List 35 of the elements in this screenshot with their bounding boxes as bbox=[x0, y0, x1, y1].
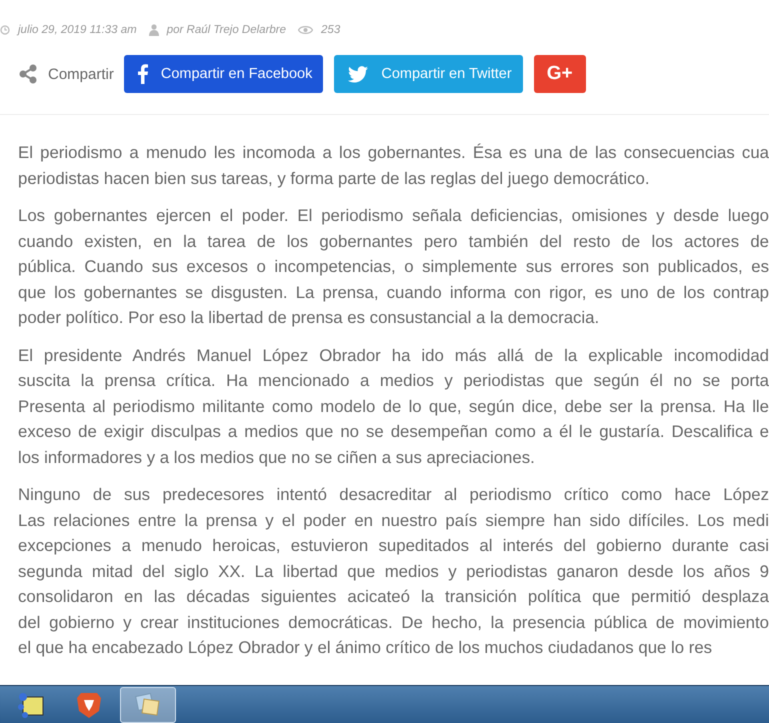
share-button[interactable]: Compartir en Facebook bbox=[124, 55, 324, 93]
text-line: consolidaron en las décadas siguientes acicateó la transición política que permitió desplaza bbox=[18, 586, 769, 608]
text-line: Las relaciones entre la prensa y el poder en nuestro país siempre han sido difíciles. Los medi bbox=[18, 510, 769, 532]
clock-icon bbox=[0, 25, 10, 35]
text-line: Presenta al periodismo militante como modelo de lo que, según dice, debe ser la prensa. Ha lle bbox=[18, 396, 769, 418]
notes-icon bbox=[135, 693, 161, 717]
share-icon bbox=[18, 64, 38, 84]
text-line: Ninguno de sus predecesores intentó desacreditar al periodismo crítico como hace López bbox=[18, 484, 769, 506]
text-line: periodistas hacen bien sus tareas, y forma parte de las reglas del juego democrático. bbox=[18, 168, 651, 190]
text-line: Los gobernantes ejercen el poder. El periodismo señala deficiencias, omisiones y desde luego bbox=[18, 205, 769, 227]
text-line: del gobierno y crear instituciones democráticas. De hecho, la presencia pública de movimiento bbox=[18, 612, 769, 634]
bird-icon bbox=[348, 66, 368, 82]
text-line: excepciones a menudo heroicas, estuvieron supeditados al interés del gobierno durante casi bbox=[18, 535, 769, 557]
text-line: El periodismo a menudo les incomoda a los gobernantes. Ésa es una de las consecuencias cua bbox=[18, 142, 769, 164]
text-line: los informadores y a los medios que no se ciñen a sus apreciaciones. bbox=[18, 446, 536, 468]
text-line: exceso de exigir disculpas a medios que no se desempeñan como a él le gustaría. Descalifica e bbox=[18, 421, 769, 443]
text-line: El presidente Andrés Manuel López Obrador ha ido más allá de la explicable incomodidad bbox=[18, 344, 769, 366]
text-line: que los gobernantes se disgusten. La prensa, cuando informa con rigor, es uno de los contrap bbox=[18, 282, 769, 304]
share-label: Compartir bbox=[48, 66, 114, 82]
app-icon bbox=[17, 691, 45, 719]
google-plus-button[interactable]: G+ bbox=[534, 55, 586, 93]
text-line: pública. Cuando sus excesos o incompetencias, o simplemente sus errores son publicados, es bbox=[18, 256, 769, 278]
text-line: cuando existen, en la tarea de los gobernantes pero también del resto de los actores de bbox=[18, 230, 769, 252]
user-icon bbox=[148, 24, 159, 36]
post-author: por Raúl Trejo Delarbre bbox=[166, 24, 286, 36]
text-line: el que ha encabezado López Obrador y el ánimo crítico de los muchos ciudadanos que lo res bbox=[18, 637, 714, 659]
share-button[interactable]: Compartir en Twitter bbox=[334, 55, 523, 93]
view-count: 253 bbox=[321, 24, 340, 36]
text-line: segunda mitad del siglo XX. La libertad que medios y periodistas ganaron desde los años 9 bbox=[18, 560, 769, 582]
text-line: suscita la prensa crítica. Ha mencionado a medios y periodistas que según él no se porta bbox=[18, 370, 769, 392]
facebook-icon bbox=[138, 64, 148, 84]
eye-icon bbox=[298, 25, 314, 35]
text-line: poder político. Por eso la libertad de prensa es consustancial a la democracia. bbox=[18, 307, 600, 329]
lion-icon bbox=[77, 691, 101, 719]
post-date: julio 29, 2019 11:33 am bbox=[18, 24, 137, 36]
